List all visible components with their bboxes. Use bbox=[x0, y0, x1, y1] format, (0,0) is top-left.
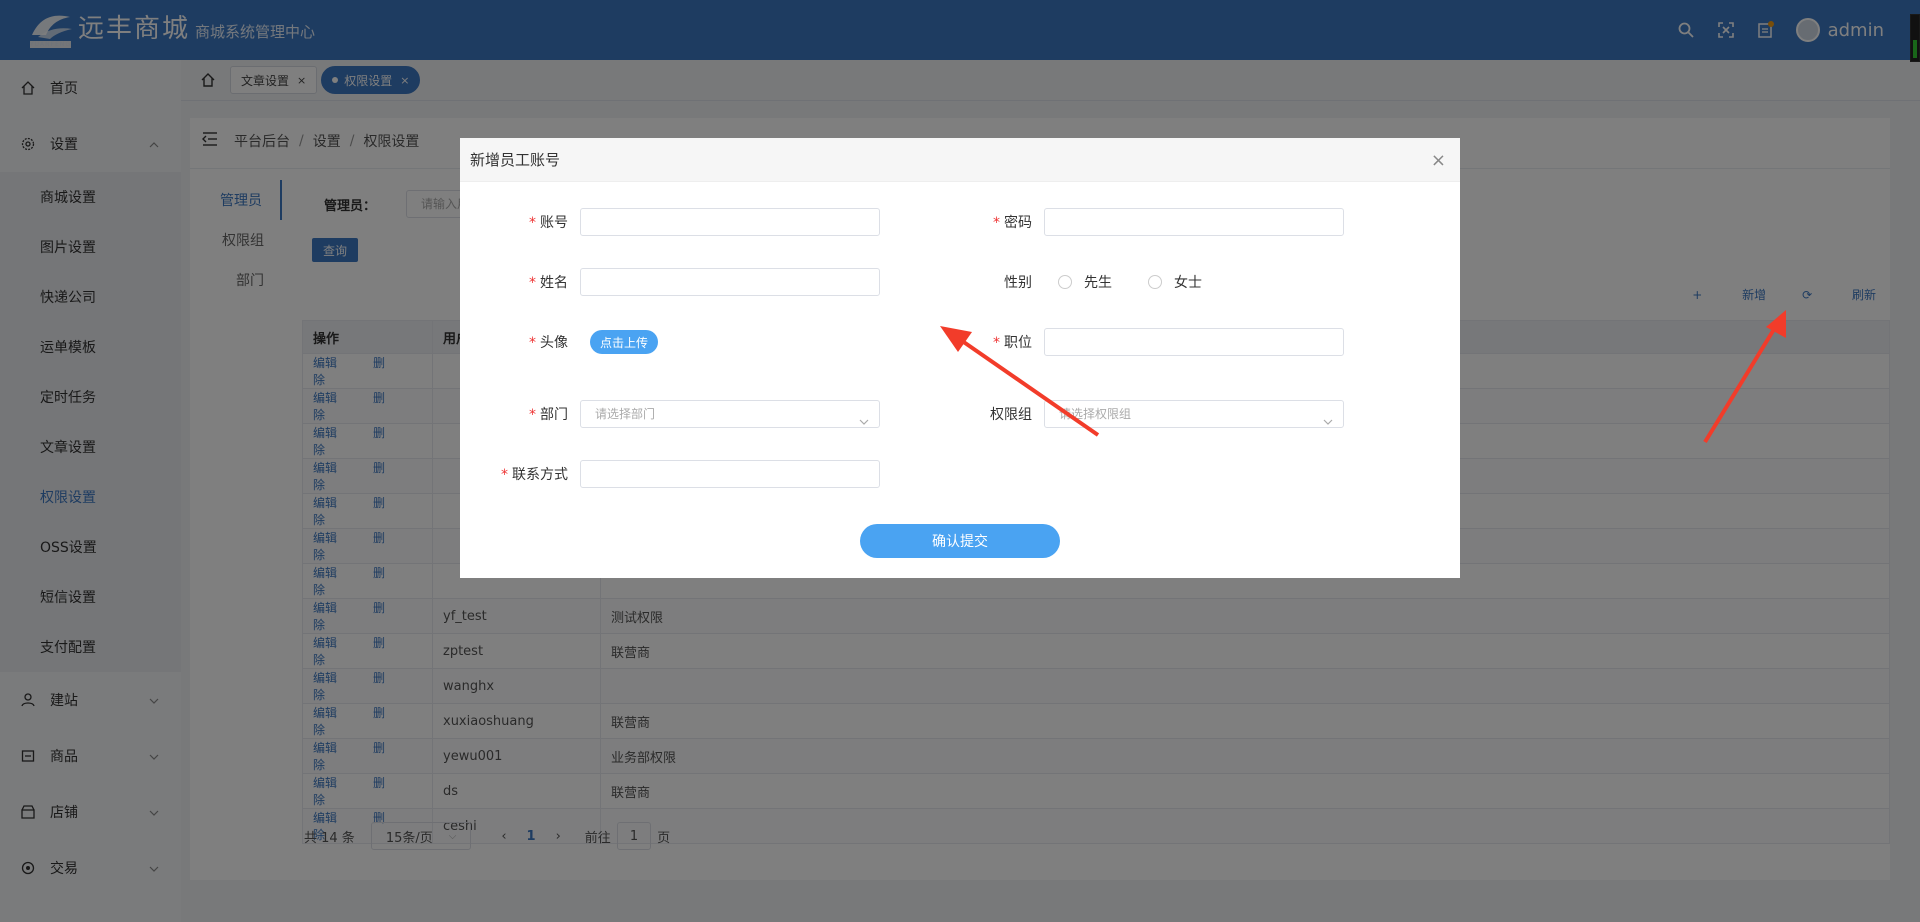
field-label: 性别 bbox=[1004, 275, 1032, 291]
field-label: * 职位 bbox=[924, 332, 1044, 352]
field-label: * 部门 bbox=[460, 404, 580, 424]
position-input[interactable] bbox=[1044, 328, 1344, 356]
field-avatar: * 头像 点击上传 bbox=[460, 328, 659, 356]
department-select[interactable]: 请选择部门 bbox=[580, 400, 880, 428]
field-name: * 姓名 bbox=[460, 268, 880, 296]
field-position: * 职位 bbox=[924, 328, 1344, 356]
field-label: * 密码 bbox=[924, 212, 1044, 232]
radio-icon bbox=[1148, 275, 1162, 289]
group-select[interactable]: 请选择权限组 bbox=[1044, 400, 1344, 428]
field-label: * 账号 bbox=[460, 212, 580, 232]
required-mark: * bbox=[529, 335, 536, 351]
required-mark: * bbox=[529, 407, 536, 423]
add-staff-dialog: 新增员工账号 × * 账号 * 密码 * 姓名 性别 先生 女士 * 头像 点击上传 *… bbox=[460, 138, 1460, 578]
field-department: * 部门 请选择部门 bbox=[460, 400, 880, 428]
close-icon[interactable]: × bbox=[1431, 150, 1446, 171]
chevron-down-icon bbox=[1323, 408, 1333, 434]
label-text: 部门 bbox=[540, 407, 568, 423]
chevron-down-icon bbox=[859, 408, 869, 434]
required-mark: * bbox=[993, 335, 1000, 351]
field-password: * 密码 bbox=[924, 208, 1344, 236]
gender-female-radio[interactable]: 女士 bbox=[1148, 272, 1202, 292]
required-mark: * bbox=[529, 275, 536, 291]
label-text: 职位 bbox=[1004, 335, 1032, 351]
upload-button[interactable]: 点击上传 bbox=[590, 330, 659, 354]
label-text: 密码 bbox=[1004, 215, 1032, 231]
dialog-title: 新增员工账号 bbox=[470, 151, 561, 169]
field-label: * 姓名 bbox=[460, 272, 580, 292]
submit-button[interactable]: 确认提交 bbox=[860, 524, 1060, 558]
field-label: * 联系方式 bbox=[460, 464, 580, 484]
label-text: 联系方式 bbox=[512, 467, 568, 483]
field-contact: * 联系方式 bbox=[460, 460, 880, 488]
account-input[interactable] bbox=[580, 208, 880, 236]
field-label: 权限组 bbox=[990, 407, 1032, 423]
password-input[interactable] bbox=[1044, 208, 1344, 236]
label-text: 头像 bbox=[540, 335, 568, 351]
required-mark: * bbox=[529, 215, 536, 231]
select-placeholder: 请选择权限组 bbox=[1059, 407, 1132, 421]
required-mark: * bbox=[501, 467, 508, 483]
field-account: * 账号 bbox=[460, 208, 880, 236]
select-placeholder: 请选择部门 bbox=[595, 407, 656, 421]
label-text: 姓名 bbox=[540, 275, 568, 291]
radio-icon bbox=[1058, 275, 1072, 289]
field-label: * 头像 bbox=[460, 332, 580, 352]
name-input[interactable] bbox=[580, 268, 880, 296]
gender-male-radio[interactable]: 先生 bbox=[1058, 272, 1112, 292]
radio-label: 女士 bbox=[1174, 275, 1202, 291]
dialog-header: 新增员工账号 bbox=[460, 138, 1460, 182]
radio-label: 先生 bbox=[1084, 275, 1112, 291]
label-text: 账号 bbox=[540, 215, 568, 231]
field-gender: 性别 先生 女士 bbox=[924, 268, 1224, 296]
field-group: 权限组 请选择权限组 bbox=[924, 400, 1344, 428]
contact-input[interactable] bbox=[580, 460, 880, 488]
required-mark: * bbox=[993, 215, 1000, 231]
